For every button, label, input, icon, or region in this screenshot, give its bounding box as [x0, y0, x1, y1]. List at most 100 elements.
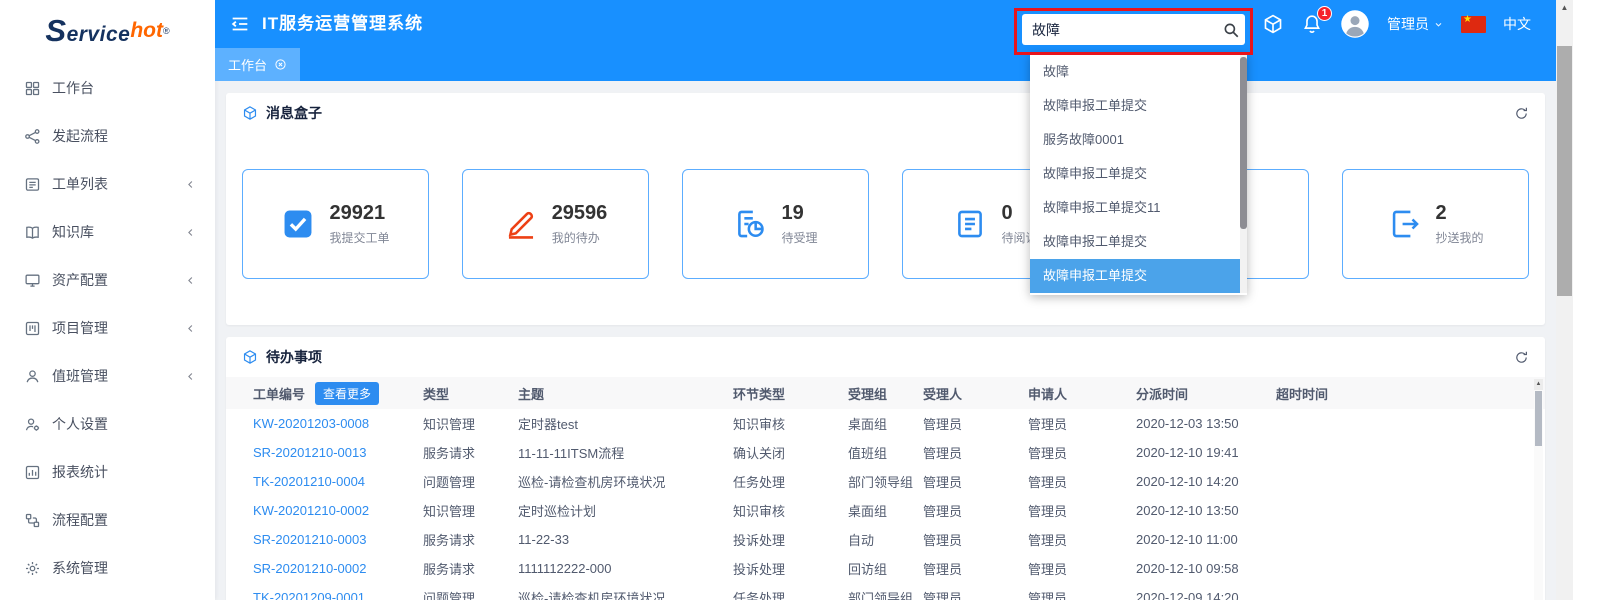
sidebar-item-工作台[interactable]: 工作台 [0, 64, 215, 112]
sidebar-icon-report [24, 464, 41, 481]
message-box-header: 消息盒子 [226, 93, 1545, 133]
scroll-up-arrow[interactable]: ▲ [1534, 379, 1543, 390]
ticket-link[interactable]: TK-20201209-0001 [253, 590, 365, 600]
sidebar-icon-person [24, 368, 41, 385]
sidebar-item-资产配置[interactable]: 资产配置 [0, 256, 215, 304]
header-actions: 1 管理员 ★ 中文 [1262, 0, 1531, 48]
user-avatar[interactable] [1340, 9, 1370, 39]
tab-bar: 工作台 [215, 48, 1556, 81]
logo-text-hot: hot [130, 19, 163, 43]
notification-bell-icon[interactable]: 1 [1301, 13, 1323, 35]
sidebar-icon-book [24, 224, 41, 241]
dropdown-scrollbar-thumb[interactable] [1240, 57, 1247, 229]
cube-icon [242, 105, 258, 121]
ticket-link[interactable]: SR-20201210-0002 [253, 561, 366, 576]
apps-cube-icon[interactable] [1262, 13, 1284, 35]
search-suggestion-服务故障0001[interactable]: 服务故障0001 [1030, 123, 1247, 157]
col-timeout: 超时时间 [1276, 377, 1545, 409]
search-suggestion-故障申报工单提交[interactable]: 故障申报工单提交 [1030, 225, 1247, 259]
caret-down-icon [1433, 19, 1444, 30]
sidebar-item-发起流程[interactable]: 发起流程 [0, 112, 215, 160]
sidebar-icon-list [24, 176, 41, 193]
right-gutter [1573, 0, 1600, 600]
search-input[interactable] [1022, 22, 1217, 38]
logo-registered-mark: ® [163, 26, 170, 36]
col-applicant: 申请人 [1028, 377, 1136, 409]
col-ticket-id: 工单编号 [253, 384, 305, 403]
view-more-button[interactable]: 查看更多 [315, 382, 379, 405]
col-step-type: 环节类型 [733, 377, 848, 409]
page-scrollbar-thumb[interactable] [1557, 46, 1572, 296]
refresh-icon[interactable] [1514, 350, 1529, 365]
china-flag-icon: ★ [1461, 16, 1486, 33]
logo-text-service: Service [45, 13, 130, 49]
chevron-icon [184, 226, 197, 239]
search-icon[interactable] [1217, 21, 1245, 39]
search-suggestion-故障[interactable]: 故障 [1030, 55, 1247, 89]
table-row-SR-20201210-0002[interactable]: SR-20201210-0002 服务请求 1111112222-000 投诉处… [226, 554, 1545, 583]
table-row-TK-20201209-0001[interactable]: TK-20201209-0001 问题管理 巡检-请检查机房环境状况 任务处理 … [226, 583, 1545, 600]
message-box-title: 消息盒子 [266, 103, 322, 123]
tab-close-icon[interactable] [274, 58, 287, 71]
search-suggestion-故障申报工单提交[interactable]: 故障申报工单提交 [1030, 259, 1247, 293]
stat-icon-pie-doc [733, 207, 767, 241]
table-row-SR-20201210-0013[interactable]: SR-20201210-0013 服务请求 11-11-11ITSM流程 确认关… [226, 438, 1545, 467]
stat-card-我提交工单[interactable]: 29921 我提交工单 [242, 169, 429, 279]
sidebar-item-流程配置[interactable]: 流程配置 [0, 496, 215, 544]
table-scrollbar[interactable]: ▲ [1534, 379, 1543, 600]
chevron-icon [184, 370, 197, 383]
chevron-icon [184, 274, 197, 287]
search-suggestions-dropdown: 故障 故障申报工单提交 服务故障0001 故障申报工单提交 故障申报工单提交11… [1030, 53, 1247, 295]
sidebar-icon-project [24, 320, 41, 337]
ticket-link[interactable]: SR-20201210-0013 [253, 445, 366, 460]
ticket-link[interactable]: KW-20201210-0002 [253, 503, 369, 518]
table-row-KW-20201203-0008[interactable]: KW-20201203-0008 知识管理 定时器test 知识审核 桌面组 管… [226, 409, 1545, 438]
sidebar-icon-flow [24, 128, 41, 145]
sidebar-item-知识库[interactable]: 知识库 [0, 208, 215, 256]
dropdown-scrollbar[interactable] [1240, 55, 1247, 293]
ticket-link[interactable]: TK-20201210-0004 [253, 474, 365, 489]
stat-icon-check-square [281, 207, 315, 241]
language-switcher[interactable]: 中文 [1503, 14, 1531, 34]
notification-badge: 1 [1317, 6, 1332, 21]
stat-cards: 29921 我提交工单 29596 我的待办 19 [226, 133, 1545, 279]
cube-icon [242, 349, 258, 365]
sidebar-item-工单列表[interactable]: 工单列表 [0, 160, 215, 208]
sidebar-item-项目管理[interactable]: 项目管理 [0, 304, 215, 352]
sidebar-icon-monitor [24, 272, 41, 289]
sidebar-item-系统管理[interactable]: 系统管理 [0, 544, 215, 592]
ticket-link[interactable]: KW-20201203-0008 [253, 416, 369, 431]
stat-card-抄送我的[interactable]: 2 抄送我的 [1342, 169, 1529, 279]
tab-workbench[interactable]: 工作台 [215, 48, 300, 81]
sidebar-icon-grid [24, 80, 41, 97]
page-scrollbar[interactable]: ▲ [1556, 0, 1573, 600]
scroll-up-arrow[interactable]: ▲ [1556, 0, 1573, 16]
chevron-icon [184, 322, 197, 335]
stat-icon-pencil [504, 207, 538, 241]
table-row-SR-20201210-0003[interactable]: SR-20201210-0003 服务请求 11-22-33 投诉处理 自动 管… [226, 525, 1545, 554]
sidebar-icon-person-gear [24, 416, 41, 433]
col-type: 类型 [423, 377, 518, 409]
table-row-KW-20201210-0002[interactable]: KW-20201210-0002 知识管理 定时巡检计划 知识审核 桌面组 管理… [226, 496, 1545, 525]
ticket-link[interactable]: SR-20201210-0003 [253, 532, 366, 547]
sidebar-collapse-icon[interactable] [229, 13, 251, 35]
search-suggestion-故障申报工单提交[interactable]: 故障申报工单提交 [1030, 89, 1247, 123]
logo: Servicehot® [0, 0, 215, 62]
sidebar-icon-flow-config [24, 512, 41, 529]
col-group: 受理组 [848, 377, 923, 409]
stat-card-我的待办[interactable]: 29596 我的待办 [462, 169, 649, 279]
search-suggestion-故障申报工单提交11[interactable]: 故障申报工单提交11 [1030, 191, 1247, 225]
sidebar-item-值班管理[interactable]: 值班管理 [0, 352, 215, 400]
app-header: IT服务运营管理系统 1 管理员 ★ 中文 [215, 0, 1556, 48]
user-menu[interactable]: 管理员 [1387, 14, 1444, 34]
table-row-TK-20201210-0004[interactable]: TK-20201210-0004 问题管理 巡检-请检查机房环境状况 任务处理 … [226, 467, 1545, 496]
stat-icon-doc [953, 207, 987, 241]
sidebar-item-报表统计[interactable]: 报表统计 [0, 448, 215, 496]
col-subject: 主题 [518, 377, 733, 409]
sidebar-item-个人设置[interactable]: 个人设置 [0, 400, 215, 448]
stat-card-待受理[interactable]: 19 待受理 [682, 169, 869, 279]
stat-icon-doc-arrow [1387, 207, 1421, 241]
refresh-icon[interactable] [1514, 106, 1529, 121]
search-suggestion-故障申报工单提交[interactable]: 故障申报工单提交 [1030, 157, 1247, 191]
scrollbar-thumb[interactable] [1535, 391, 1542, 446]
